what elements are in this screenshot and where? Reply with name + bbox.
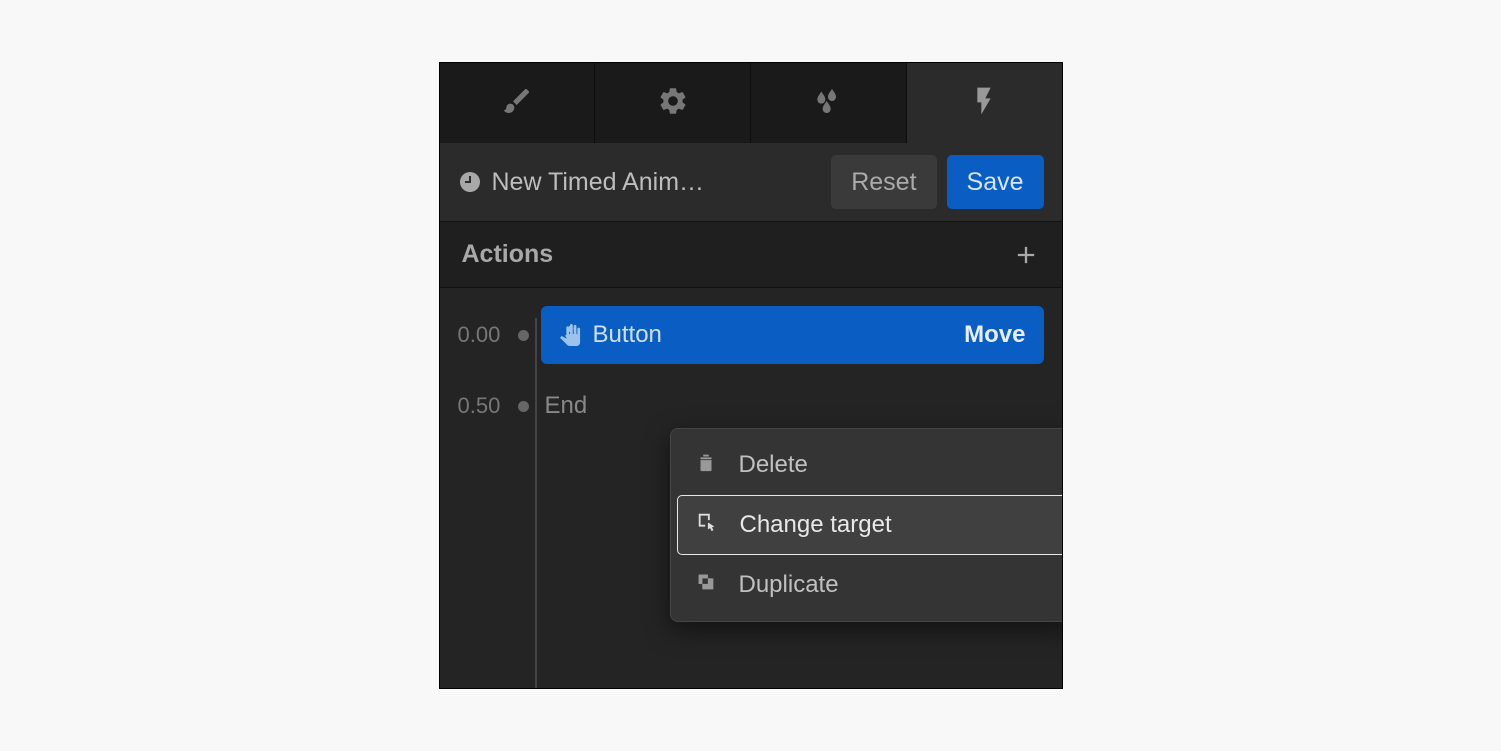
droplets-icon	[812, 85, 844, 122]
brush-icon	[501, 85, 533, 122]
tab-brush[interactable]	[440, 63, 596, 143]
timeline-track	[535, 318, 537, 689]
tab-interactions[interactable]	[907, 63, 1062, 143]
time-label: 0.00	[458, 322, 514, 348]
menu-item-label: Change target	[740, 511, 892, 539]
action-target-name: Button	[593, 321, 953, 349]
save-button[interactable]: Save	[947, 155, 1044, 209]
menu-item-change-target[interactable]: Change target	[677, 495, 1063, 555]
animation-title[interactable]: New Timed Anim…	[492, 168, 822, 197]
menu-item-duplicate[interactable]: Duplicate	[677, 555, 1063, 615]
menu-item-label: Delete	[739, 451, 808, 479]
target-select-icon	[696, 511, 718, 540]
actions-section-header: Actions	[440, 221, 1062, 288]
menu-item-label: Duplicate	[739, 571, 839, 599]
timeline-end-label: End	[545, 392, 588, 420]
add-action-button[interactable]	[1012, 241, 1040, 269]
lightning-icon	[968, 85, 1000, 122]
trash-icon	[695, 451, 717, 480]
timeline-dot[interactable]	[518, 401, 529, 412]
actions-section-title: Actions	[462, 240, 554, 269]
clock-icon	[458, 170, 482, 194]
timeline-row: 0.50 End	[458, 392, 1044, 420]
menu-item-delete[interactable]: Delete	[677, 435, 1063, 495]
interactions-panel: New Timed Anim… Reset Save Actions 0.00 …	[439, 62, 1063, 689]
timeline-row: 0.00 Button Move	[458, 306, 1044, 364]
reset-button[interactable]: Reset	[831, 155, 936, 209]
context-menu: Delete Change target Duplicate	[670, 428, 1063, 622]
tab-settings[interactable]	[595, 63, 751, 143]
gear-icon	[657, 85, 689, 122]
timeline-dot[interactable]	[518, 330, 529, 341]
tab-effects[interactable]	[751, 63, 907, 143]
animation-title-bar: New Timed Anim… Reset Save	[440, 143, 1062, 221]
duplicate-icon	[695, 571, 717, 600]
hand-grab-icon	[559, 324, 581, 346]
action-type-label: Move	[964, 321, 1025, 349]
panel-tabs	[440, 63, 1062, 143]
action-item[interactable]: Button Move	[541, 306, 1044, 364]
time-label: 0.50	[458, 393, 514, 419]
